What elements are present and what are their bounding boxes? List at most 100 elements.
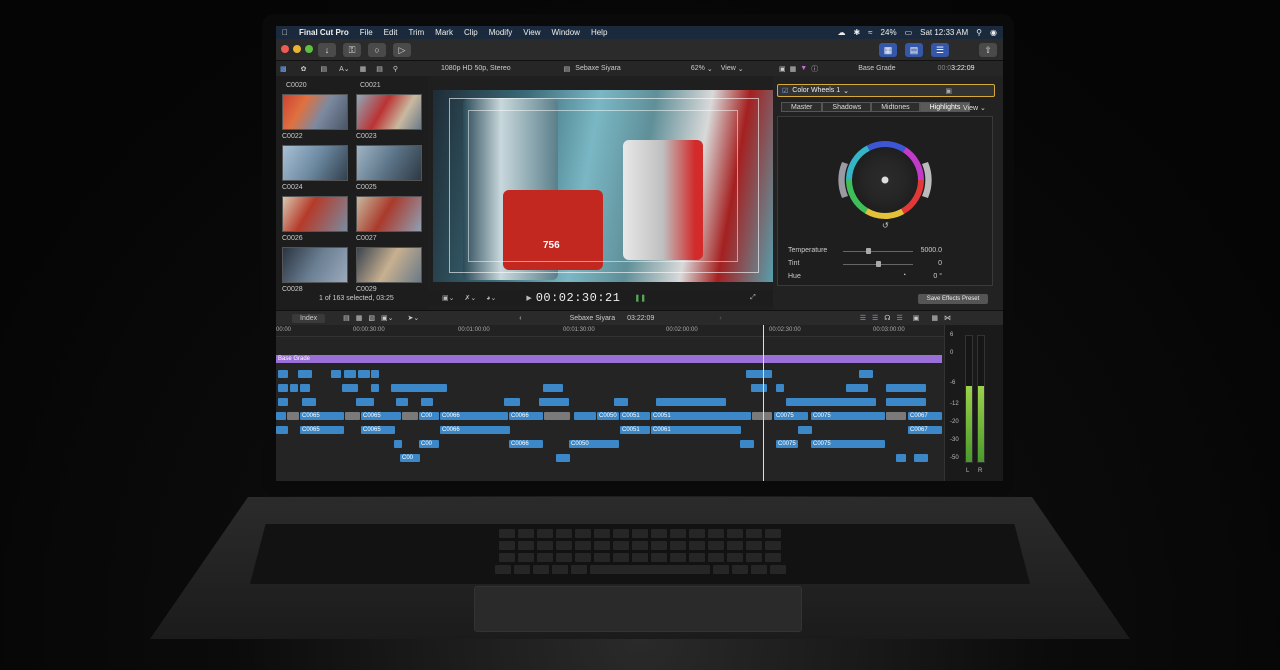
import-icon[interactable]: ↓ bbox=[318, 43, 336, 57]
timeline-clip[interactable]: C0066 bbox=[509, 440, 543, 448]
transition[interactable] bbox=[752, 412, 772, 420]
timeline-clip[interactable]: C0061 bbox=[651, 426, 741, 434]
timeline-clip[interactable] bbox=[914, 454, 928, 462]
timeline-clip[interactable] bbox=[846, 384, 868, 392]
append-icon[interactable]: ▧ bbox=[368, 314, 375, 322]
insert-icon[interactable]: ▦ bbox=[356, 314, 363, 322]
timeline-clip[interactable] bbox=[798, 426, 812, 434]
transition[interactable] bbox=[544, 412, 570, 420]
timeline-clip[interactable]: C0050 bbox=[597, 412, 619, 420]
timeline-clip[interactable]: C0065 bbox=[361, 412, 401, 420]
timeline-clip[interactable] bbox=[396, 398, 408, 406]
timeline-clip[interactable]: C0065 bbox=[300, 412, 344, 420]
menu-edit[interactable]: Edit bbox=[384, 28, 398, 37]
timeline-clip[interactable] bbox=[886, 384, 926, 392]
clip-thumbnail[interactable]: C0024 bbox=[282, 145, 348, 191]
info-inspector-icon[interactable]: ⓘ bbox=[811, 64, 818, 74]
menu-modify[interactable]: Modify bbox=[489, 28, 513, 37]
clip-thumbnail[interactable]: C0025 bbox=[356, 145, 422, 191]
audio-skim-icon[interactable]: ☰ bbox=[860, 314, 866, 322]
tab-shadows[interactable]: Shadows bbox=[822, 102, 872, 112]
titles-icon[interactable]: ▤ bbox=[321, 65, 328, 73]
timeline-clip[interactable] bbox=[302, 398, 316, 406]
filmstrip-inspector-icon[interactable]: ▦ bbox=[790, 65, 797, 73]
color-inspector-icon[interactable]: ▼ bbox=[800, 65, 807, 72]
connect-icon[interactable]: ▤ bbox=[343, 314, 350, 322]
timeline-clip[interactable] bbox=[776, 384, 784, 392]
reset-wheel-icon[interactable]: ↺ bbox=[882, 221, 889, 230]
search-icon[interactable]: ⚲ bbox=[976, 28, 982, 37]
wifi-icon[interactable]: ≈ bbox=[868, 28, 872, 37]
tab-master[interactable]: Master bbox=[781, 102, 823, 112]
timeline-clip[interactable]: C0066 bbox=[440, 426, 510, 434]
param-slider-track[interactable] bbox=[843, 251, 913, 252]
timeline-clip[interactable] bbox=[331, 370, 341, 378]
timeline-clip[interactable]: C0067 bbox=[908, 412, 942, 420]
timeline-clip[interactable]: C0075 bbox=[811, 440, 885, 448]
timeline-clip[interactable] bbox=[298, 370, 312, 378]
menu-view[interactable]: View bbox=[523, 28, 540, 37]
share-play-icon[interactable]: ▷ bbox=[393, 43, 411, 57]
timeline-clip[interactable]: C0065 bbox=[361, 426, 395, 434]
clip-thumbnail[interactable]: C0022 bbox=[282, 94, 348, 140]
timeline-clip[interactable]: C0051 bbox=[651, 412, 751, 420]
effects-browser-icon[interactable]: ▦ bbox=[931, 314, 938, 322]
timeline-clip[interactable] bbox=[896, 454, 906, 462]
timeline-clip[interactable] bbox=[574, 412, 596, 420]
effect-selector[interactable]: ☑ Color Wheels 1 ⌄ ▣ bbox=[777, 84, 995, 97]
menu-trim[interactable]: Trim bbox=[408, 28, 424, 37]
menu-clip[interactable]: Clip bbox=[464, 28, 478, 37]
wheel-puck[interactable] bbox=[881, 176, 889, 184]
timeline-clip[interactable] bbox=[278, 370, 288, 378]
video-inspector-icon[interactable]: ▣ bbox=[779, 65, 786, 73]
cloud-icon[interactable]: ☁ bbox=[837, 28, 845, 37]
timeline-clip[interactable] bbox=[300, 384, 310, 392]
timeline-clip[interactable] bbox=[276, 426, 288, 434]
timeline-clip[interactable] bbox=[371, 384, 379, 392]
transition[interactable] bbox=[287, 412, 299, 420]
transitions-icon[interactable]: ⋈ bbox=[944, 314, 951, 322]
clip-thumbnail[interactable]: C0028 bbox=[282, 247, 348, 293]
timeline-clip[interactable]: C00 bbox=[400, 454, 420, 462]
timeline-clip[interactable] bbox=[539, 398, 569, 406]
effect-chevron-icon[interactable]: ⌄ bbox=[843, 87, 849, 95]
transform-icon[interactable]: ✗⌄ bbox=[464, 294, 476, 302]
menu-help[interactable]: Help bbox=[591, 28, 607, 37]
timeline-tracks[interactable]: Base Grade C0065 C0065 C00 C0066 C0066 C… bbox=[276, 337, 944, 481]
browser-search-icon[interactable]: ⚲ bbox=[393, 65, 398, 73]
close-window-button[interactable] bbox=[281, 45, 289, 53]
timeline-clip[interactable]: C00 bbox=[419, 412, 439, 420]
hue-dial-icon[interactable]: ◔ bbox=[902, 272, 906, 279]
list-view-icon[interactable]: ▤ bbox=[376, 65, 383, 73]
param-slider-knob[interactable] bbox=[876, 261, 881, 267]
forward-arrow-icon[interactable]: › bbox=[719, 315, 721, 322]
viewer-view-menu[interactable]: View bbox=[721, 65, 736, 72]
timeline-clip[interactable] bbox=[859, 370, 873, 378]
keywords-icon[interactable]: ⚿ bbox=[343, 43, 361, 57]
skimming-icon[interactable]: ☰ bbox=[872, 314, 878, 322]
timeline-clip[interactable] bbox=[342, 384, 358, 392]
timeline-clip[interactable] bbox=[746, 370, 772, 378]
play-icon[interactable]: ▶ bbox=[526, 294, 531, 302]
timeline-clip[interactable] bbox=[786, 398, 876, 406]
filmstrip-icon[interactable]: ▦ bbox=[360, 65, 367, 73]
inspector-view-menu[interactable]: View ⌄ bbox=[963, 104, 986, 112]
viewer-zoom[interactable]: 62% bbox=[691, 65, 705, 72]
timeline-clip[interactable]: C0051 bbox=[620, 426, 650, 434]
timeline-clip[interactable] bbox=[394, 440, 402, 448]
clip-thumbnail[interactable]: C0029 bbox=[356, 247, 422, 293]
timeline-clip[interactable]: C0066 bbox=[440, 412, 508, 420]
param-value[interactable]: 0 bbox=[938, 260, 942, 267]
timeline-clip[interactable] bbox=[344, 370, 356, 378]
minimize-window-button[interactable] bbox=[293, 45, 301, 53]
param-slider-knob[interactable] bbox=[865, 248, 871, 254]
timeline-layout-icon[interactable]: ▤ bbox=[905, 43, 923, 57]
playhead[interactable] bbox=[763, 325, 764, 481]
timeline-ruler[interactable]: 00:00 00:00:30:00 00:01:00:00 00:01:30:0… bbox=[276, 325, 944, 337]
timeline-clip[interactable] bbox=[886, 398, 926, 406]
fullscreen-icon[interactable]: ⤢ bbox=[750, 294, 756, 302]
clip-thumbnail[interactable]: C0023 bbox=[356, 94, 422, 140]
timeline-clip[interactable] bbox=[556, 454, 570, 462]
timeline-clip[interactable]: C0075 bbox=[774, 412, 808, 420]
effect-checkbox-icon[interactable]: ☑ bbox=[782, 87, 788, 95]
